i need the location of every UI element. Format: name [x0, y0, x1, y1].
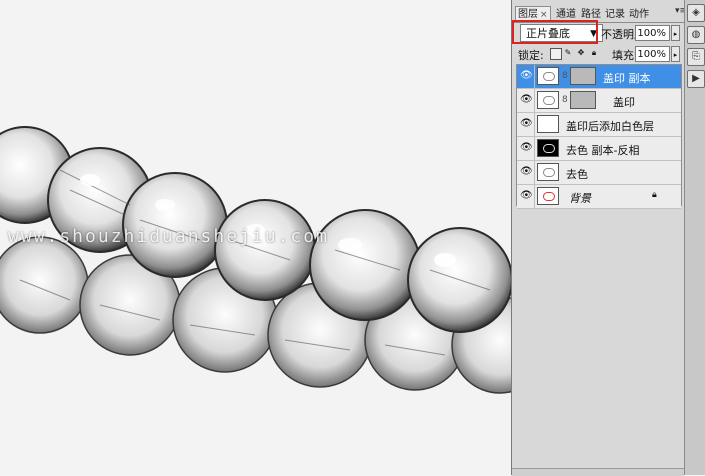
history-dock-icon[interactable]: ⎘	[687, 48, 705, 66]
layer-row[interactable]: 👁︎ 去色 副本-反相	[517, 137, 681, 161]
layer-name: 盖印 副本	[603, 72, 651, 85]
layer-row[interactable]: 👁︎ 去色	[517, 161, 681, 185]
layer-name: 盖印	[613, 96, 635, 109]
tab-close-icon[interactable]: ×	[540, 10, 548, 20]
layer-thumbnail	[537, 91, 559, 109]
lock-position-icon[interactable]: ✥	[576, 48, 586, 58]
eye-icon[interactable]: 👁︎	[520, 167, 533, 177]
layers-panel: 图层 × 通道 路径 记录 动作 ▾≡ 正片叠底 ▼ 不透明度: 100% ▸ 锁…	[511, 0, 687, 476]
layer-thumbnail	[537, 115, 559, 133]
layer-thumbnail	[537, 163, 559, 181]
layer-row[interactable]: 👁︎ 盖印后添加白色层	[517, 113, 681, 137]
eye-icon[interactable]: 👁︎	[520, 143, 533, 153]
layer-thumbnail	[537, 67, 559, 85]
blend-mode-highlight	[512, 20, 598, 44]
layer-row[interactable]: 👁︎ 8 盖印 副本	[517, 65, 681, 89]
layer-name: 去色 副本-反相	[566, 144, 640, 157]
eye-icon[interactable]: 👁︎	[520, 71, 533, 81]
layer-row[interactable]: 👁︎ 8 盖印	[517, 89, 681, 113]
layer-name: 背景	[569, 192, 591, 205]
layer-mask-thumbnail[interactable]	[570, 91, 596, 109]
link-chain-icon[interactable]: 8	[562, 71, 568, 81]
layers-dock-icon[interactable]: ◈	[687, 4, 705, 22]
eye-icon[interactable]: 👁︎	[520, 119, 533, 129]
tab-layers-label: 图层	[518, 9, 538, 20]
eye-icon[interactable]: 👁︎	[520, 95, 533, 105]
channels-dock-icon[interactable]: ◍	[687, 26, 705, 44]
layer-mask-thumbnail[interactable]	[570, 67, 596, 85]
lock-icon: 🔒︎	[652, 190, 657, 200]
layer-thumbnail	[537, 187, 559, 205]
tab-actions[interactable]: 动作	[627, 7, 651, 22]
tab-history[interactable]: 记录	[603, 7, 627, 22]
opacity-slider-arrow-icon[interactable]: ▸	[671, 25, 680, 41]
watermark-text: www.shouzhiduanshejiu.com	[8, 226, 329, 247]
opacity-field[interactable]: 100%	[635, 25, 670, 41]
layers-list: 👁︎ 8 盖印 副本 👁︎ 8 盖印 👁︎ 盖印后添加白色层 👁︎ 去色 副本-…	[516, 64, 682, 209]
link-chain-icon[interactable]: 8	[562, 95, 568, 105]
lock-pixels-icon[interactable]: ✎	[563, 48, 573, 58]
layer-name: 盖印后添加白色层	[566, 120, 654, 133]
layer-name: 去色	[566, 168, 588, 181]
fill-slider-arrow-icon[interactable]: ▸	[671, 46, 680, 62]
eye-icon[interactable]: 👁︎	[520, 191, 533, 201]
fill-label: 填充:	[612, 49, 638, 62]
layer-thumbnail	[537, 139, 559, 157]
lock-all-icon[interactable]: 🔒︎	[589, 48, 599, 58]
lock-label: 锁定:	[518, 49, 544, 62]
fill-field[interactable]: 100%	[635, 46, 670, 62]
lock-transparency-icon[interactable]	[550, 48, 562, 60]
panel-dock-strip: ◈ ◍ ⎘ ▶	[684, 0, 705, 475]
layer-row[interactable]: 👁︎ 背景 🔒︎	[517, 185, 681, 209]
actions-dock-icon[interactable]: ▶	[687, 70, 705, 88]
